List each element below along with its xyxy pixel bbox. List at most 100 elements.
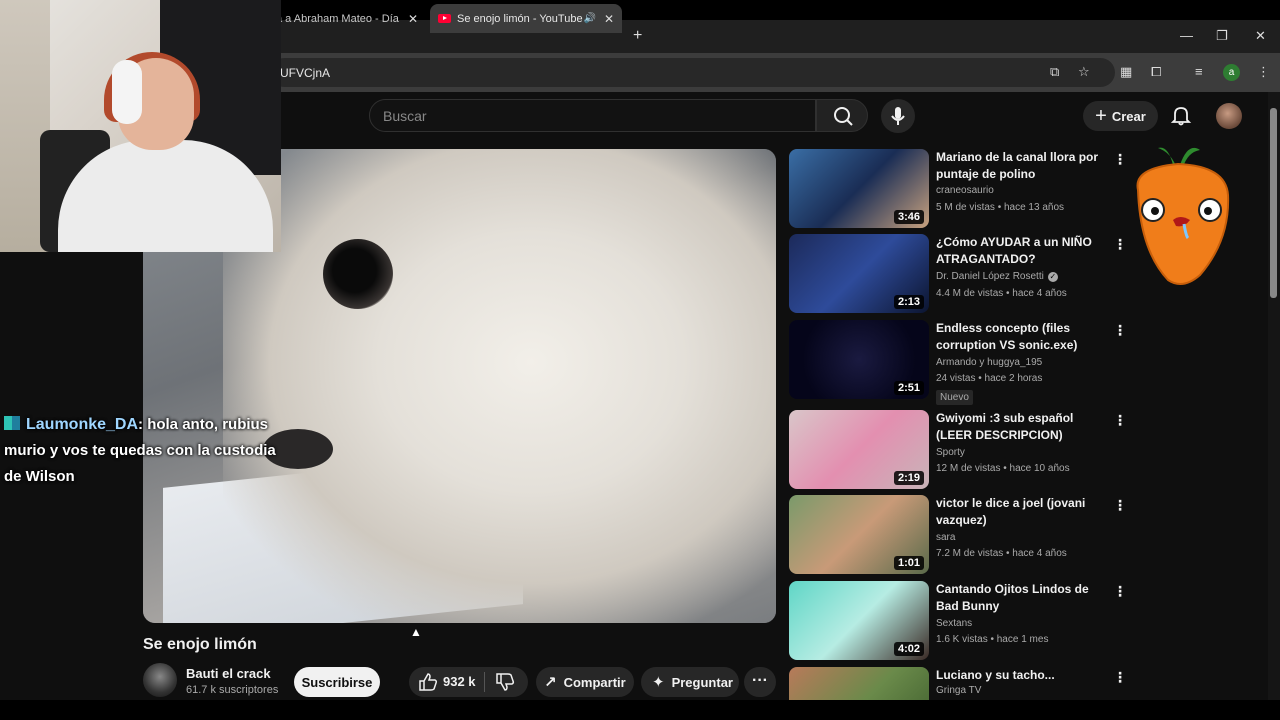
ask-label: Preguntar bbox=[671, 674, 733, 690]
media-control-icon[interactable]: ≡ bbox=[1195, 64, 1203, 79]
minimize-icon[interactable]: — bbox=[1180, 28, 1193, 43]
recommendation-item[interactable]: 1:01 victor le dice a joel (jovani vazqu… bbox=[789, 495, 1129, 577]
recommendation-meta: 12 M de vistas • hace 10 años bbox=[936, 463, 1070, 474]
more-options-icon[interactable]: ⋮ bbox=[1113, 583, 1127, 600]
browser-menu-icon[interactable]: ⋮ bbox=[1257, 64, 1270, 80]
window-bottom-edge bbox=[0, 700, 1280, 720]
chat-overlay-message: Laumonke_DA: hola anto, rubius murio y v… bbox=[4, 412, 279, 490]
duration-badge: 2:13 bbox=[893, 295, 924, 309]
more-options-icon[interactable]: ⋮ bbox=[1113, 236, 1127, 253]
close-icon[interactable]: ✕ bbox=[604, 12, 614, 26]
ask-button[interactable]: ✦ Preguntar bbox=[641, 667, 739, 697]
tab-label: a a Abraham Mateo - Día bbox=[276, 12, 399, 25]
more-options-icon[interactable]: ⋮ bbox=[1113, 322, 1127, 339]
create-button[interactable]: + Crear bbox=[1083, 101, 1158, 131]
thumbs-up-icon[interactable] bbox=[417, 671, 439, 693]
more-options-icon[interactable]: ⋮ bbox=[1113, 497, 1127, 514]
channel-label: Dr. Daniel López Rosetti bbox=[936, 271, 1044, 282]
recommendation-meta: 4.4 M de vistas • hace 4 años bbox=[936, 288, 1067, 299]
url-text[interactable]: UFVCjnA bbox=[280, 66, 330, 80]
close-icon[interactable]: ✕ bbox=[408, 12, 418, 26]
scrollbar-thumb[interactable] bbox=[1270, 108, 1277, 298]
recommendation-thumbnail[interactable] bbox=[789, 667, 929, 700]
channel-name[interactable]: Bauti el crack bbox=[186, 666, 271, 681]
create-label: Crear bbox=[1111, 108, 1146, 124]
recommendation-thumbnail[interactable]: 3:46 bbox=[789, 149, 929, 228]
voice-search-button[interactable] bbox=[881, 99, 915, 133]
search-placeholder: Buscar bbox=[383, 108, 427, 124]
tab-label: Se enojo limón - YouTube bbox=[457, 12, 583, 25]
recommendation-title[interactable]: Mariano de la canal llora por puntaje de… bbox=[936, 149, 1106, 183]
excel-extension-icon[interactable]: ▦ bbox=[1120, 64, 1132, 80]
more-options-icon[interactable]: ⋮ bbox=[1113, 151, 1127, 168]
duration-badge: 1:01 bbox=[893, 556, 924, 570]
recommendation-channel[interactable]: Sporty bbox=[936, 447, 965, 458]
recommendation-title[interactable]: Gwiyomi :3 sub español (LEER DESCRIPCION… bbox=[936, 410, 1106, 444]
plus-icon: + bbox=[1095, 104, 1107, 127]
recommendation-item[interactable]: 4:02 Cantando Ojitos Lindos de Bad Bunny… bbox=[789, 581, 1129, 663]
chat-badge-icon bbox=[4, 416, 20, 430]
extensions-icon[interactable]: ⧠ bbox=[1151, 64, 1161, 80]
address-bar[interactable] bbox=[270, 58, 1115, 87]
recommendation-item[interactable]: 2:19 Gwiyomi :3 sub español (LEER DESCRI… bbox=[789, 410, 1129, 492]
youtube-favicon-icon bbox=[438, 14, 451, 23]
duration-badge: 2:19 bbox=[893, 471, 924, 485]
recommendation-title[interactable]: Endless concepto (files corruption VS so… bbox=[936, 320, 1106, 354]
duration-badge: 2:51 bbox=[893, 381, 924, 395]
recommendation-item[interactable]: Luciano y su tacho... Gringa TV ⋮ bbox=[789, 667, 1129, 700]
headset bbox=[112, 60, 142, 124]
recommendation-meta: 24 vistas • hace 2 horas bbox=[936, 373, 1043, 384]
browser-tab-youtube[interactable]: Se enojo limón - YouTube 🔊 ✕ bbox=[430, 4, 622, 33]
share-button[interactable]: ↗ Compartir bbox=[536, 667, 634, 697]
video-title: Se enojo limón bbox=[143, 636, 257, 653]
more-options-icon[interactable]: ⋮ bbox=[1113, 412, 1127, 429]
window-close-icon[interactable]: ✕ bbox=[1255, 28, 1266, 44]
share-label: Compartir bbox=[563, 674, 626, 690]
recommendation-title[interactable]: ¿Cómo AYUDAR a un NIÑO ATRAGANTADO? bbox=[936, 234, 1106, 268]
notifications-bell-icon[interactable] bbox=[1170, 104, 1192, 126]
duration-badge: 3:46 bbox=[893, 210, 924, 224]
channel-avatar[interactable] bbox=[143, 663, 177, 697]
recommendation-channel[interactable]: sara bbox=[936, 532, 955, 543]
recommendation-meta: 5 M de vistas • hace 13 años bbox=[936, 202, 1065, 213]
recommendation-thumbnail[interactable]: 2:13 bbox=[789, 234, 929, 313]
recommendation-item[interactable]: 2:51 Endless concepto (files corruption … bbox=[789, 320, 1129, 405]
recommendation-thumbnail[interactable]: 2:51 bbox=[789, 320, 929, 399]
like-divider bbox=[484, 672, 485, 692]
carrot-sticker-overlay bbox=[1136, 147, 1230, 285]
account-avatar[interactable] bbox=[1216, 103, 1242, 129]
new-tab-icon[interactable]: + bbox=[633, 27, 642, 45]
verified-check-icon: ✓ bbox=[1047, 272, 1058, 282]
install-app-icon[interactable]: ⧉ bbox=[1050, 64, 1059, 80]
recommendation-title[interactable]: Luciano y su tacho... bbox=[936, 667, 1106, 684]
profile-avatar[interactable]: a bbox=[1223, 64, 1240, 81]
subscribe-button[interactable]: Suscribirse bbox=[294, 667, 380, 697]
recommendation-channel[interactable]: Dr. Daniel López Rosetti ✓ bbox=[936, 271, 1058, 282]
bookmark-star-icon[interactable]: ☆ bbox=[1078, 64, 1090, 80]
sparkle-icon: ✦ bbox=[652, 674, 665, 691]
dog-image bbox=[223, 149, 776, 623]
speaker-icon[interactable]: 🔊 bbox=[584, 13, 596, 24]
microphone-icon bbox=[891, 107, 905, 125]
recommendation-item[interactable]: 3:46 Mariano de la canal llora por punta… bbox=[789, 149, 1129, 231]
recommendation-channel[interactable]: craneosaurio bbox=[936, 185, 994, 196]
more-options-icon[interactable]: ⋮ bbox=[1113, 669, 1127, 686]
recommendation-title[interactable]: victor le dice a joel (jovani vazquez) bbox=[936, 495, 1106, 529]
channel-subscribers: 61.7 k suscriptores bbox=[186, 684, 279, 696]
restore-icon[interactable]: ❐ bbox=[1216, 28, 1228, 44]
recommendation-thumbnail[interactable]: 4:02 bbox=[789, 581, 929, 660]
search-input[interactable] bbox=[369, 99, 816, 132]
recommendation-title[interactable]: Cantando Ojitos Lindos de Bad Bunny bbox=[936, 581, 1106, 615]
browser-tab-abraham[interactable]: a a Abraham Mateo - Día ✕ bbox=[268, 4, 426, 33]
like-count[interactable]: 932 k bbox=[443, 674, 476, 689]
recommendation-channel[interactable]: Armando y huggya_195 bbox=[936, 357, 1042, 368]
recommendation-channel[interactable]: Gringa TV bbox=[936, 685, 981, 696]
recommendation-thumbnail[interactable]: 1:01 bbox=[789, 495, 929, 574]
more-actions-icon[interactable]: ··· bbox=[744, 667, 776, 697]
recommendation-channel[interactable]: Sextans bbox=[936, 618, 972, 629]
chat-username: Laumonke_DA bbox=[26, 416, 139, 433]
search-button[interactable] bbox=[816, 99, 868, 132]
thumbs-down-icon[interactable] bbox=[494, 671, 516, 693]
recommendation-item[interactable]: 2:13 ¿Cómo AYUDAR a un NIÑO ATRAGANTADO?… bbox=[789, 234, 1129, 316]
recommendation-thumbnail[interactable]: 2:19 bbox=[789, 410, 929, 489]
